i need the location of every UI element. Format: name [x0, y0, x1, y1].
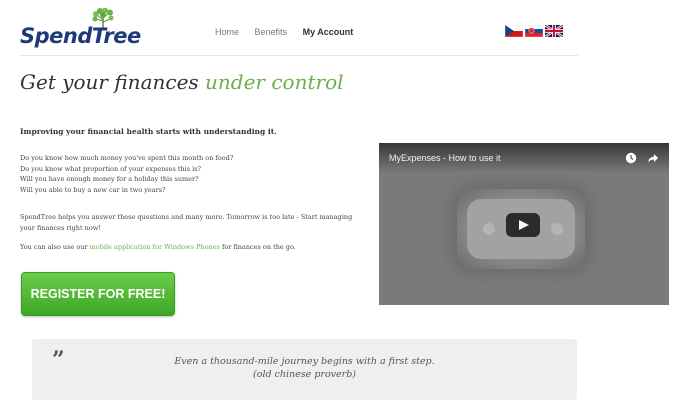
quote-text: Even a thousand-mile journey begins with…: [32, 355, 577, 381]
page-headline: Get your finances under control: [20, 70, 344, 94]
intro-paragraph: SpendTree helps you answer these questio…: [20, 213, 353, 232]
play-button[interactable]: [506, 213, 540, 237]
nav-my-account[interactable]: My Account: [303, 27, 354, 37]
logo-text-tree: Tree: [91, 24, 141, 48]
mobile-app-link[interactable]: mobile application for Windows Phones: [90, 243, 220, 251]
language-selector: [505, 25, 563, 37]
watch-later-icon[interactable]: [625, 152, 637, 164]
spendtree-logo[interactable]: SpendTree: [20, 8, 141, 50]
video-player[interactable]: MyExpenses - How to use it: [379, 143, 669, 305]
quote-line: Even a thousand-mile journey begins with…: [174, 356, 435, 367]
nav-benefits[interactable]: Benefits: [255, 27, 288, 37]
mobile-text-after: for finances on the go.: [219, 243, 296, 251]
intro-heading: Improving your financial health starts w…: [20, 127, 277, 136]
question-line: Do you know how much money you've spent …: [20, 154, 234, 162]
mobile-text-before: You can also use our: [20, 243, 90, 251]
question-line: Will you have enough money for a holiday…: [20, 175, 199, 183]
question-line: Do you know what proportion of your expe…: [20, 164, 202, 173]
share-icon[interactable]: [647, 152, 659, 164]
main-nav: Home Benefits My Account: [215, 27, 366, 37]
quote-author: (old chinese proverb): [253, 369, 356, 380]
logo-wordmark: SpendTree: [20, 24, 141, 48]
question-line: Will you able to buy a new car in two ye…: [20, 185, 166, 194]
mobile-app-paragraph: You can also use our mobile application …: [20, 243, 296, 251]
register-button[interactable]: REGISTER FOR FREE!: [21, 272, 175, 316]
headline-text: Get your finances: [20, 70, 206, 94]
nav-home[interactable]: Home: [215, 27, 239, 37]
video-thumbnail-dot: [551, 223, 563, 235]
site-header: SpendTree Home Benefits My Account: [0, 0, 678, 58]
uk-flag-icon[interactable]: [545, 25, 563, 37]
slovak-flag-icon[interactable]: [525, 25, 543, 37]
video-thumbnail-dot: [483, 223, 495, 235]
czech-flag-icon[interactable]: [505, 25, 523, 37]
video-title[interactable]: MyExpenses - How to use it: [389, 153, 501, 163]
header-divider: [20, 55, 578, 56]
quote-box: ” Even a thousand-mile journey begins wi…: [32, 339, 577, 400]
logo-text-spend: Spend: [20, 24, 92, 48]
question-list: Do you know how much money you've spent …: [20, 153, 233, 195]
headline-accent: under control: [205, 70, 344, 94]
